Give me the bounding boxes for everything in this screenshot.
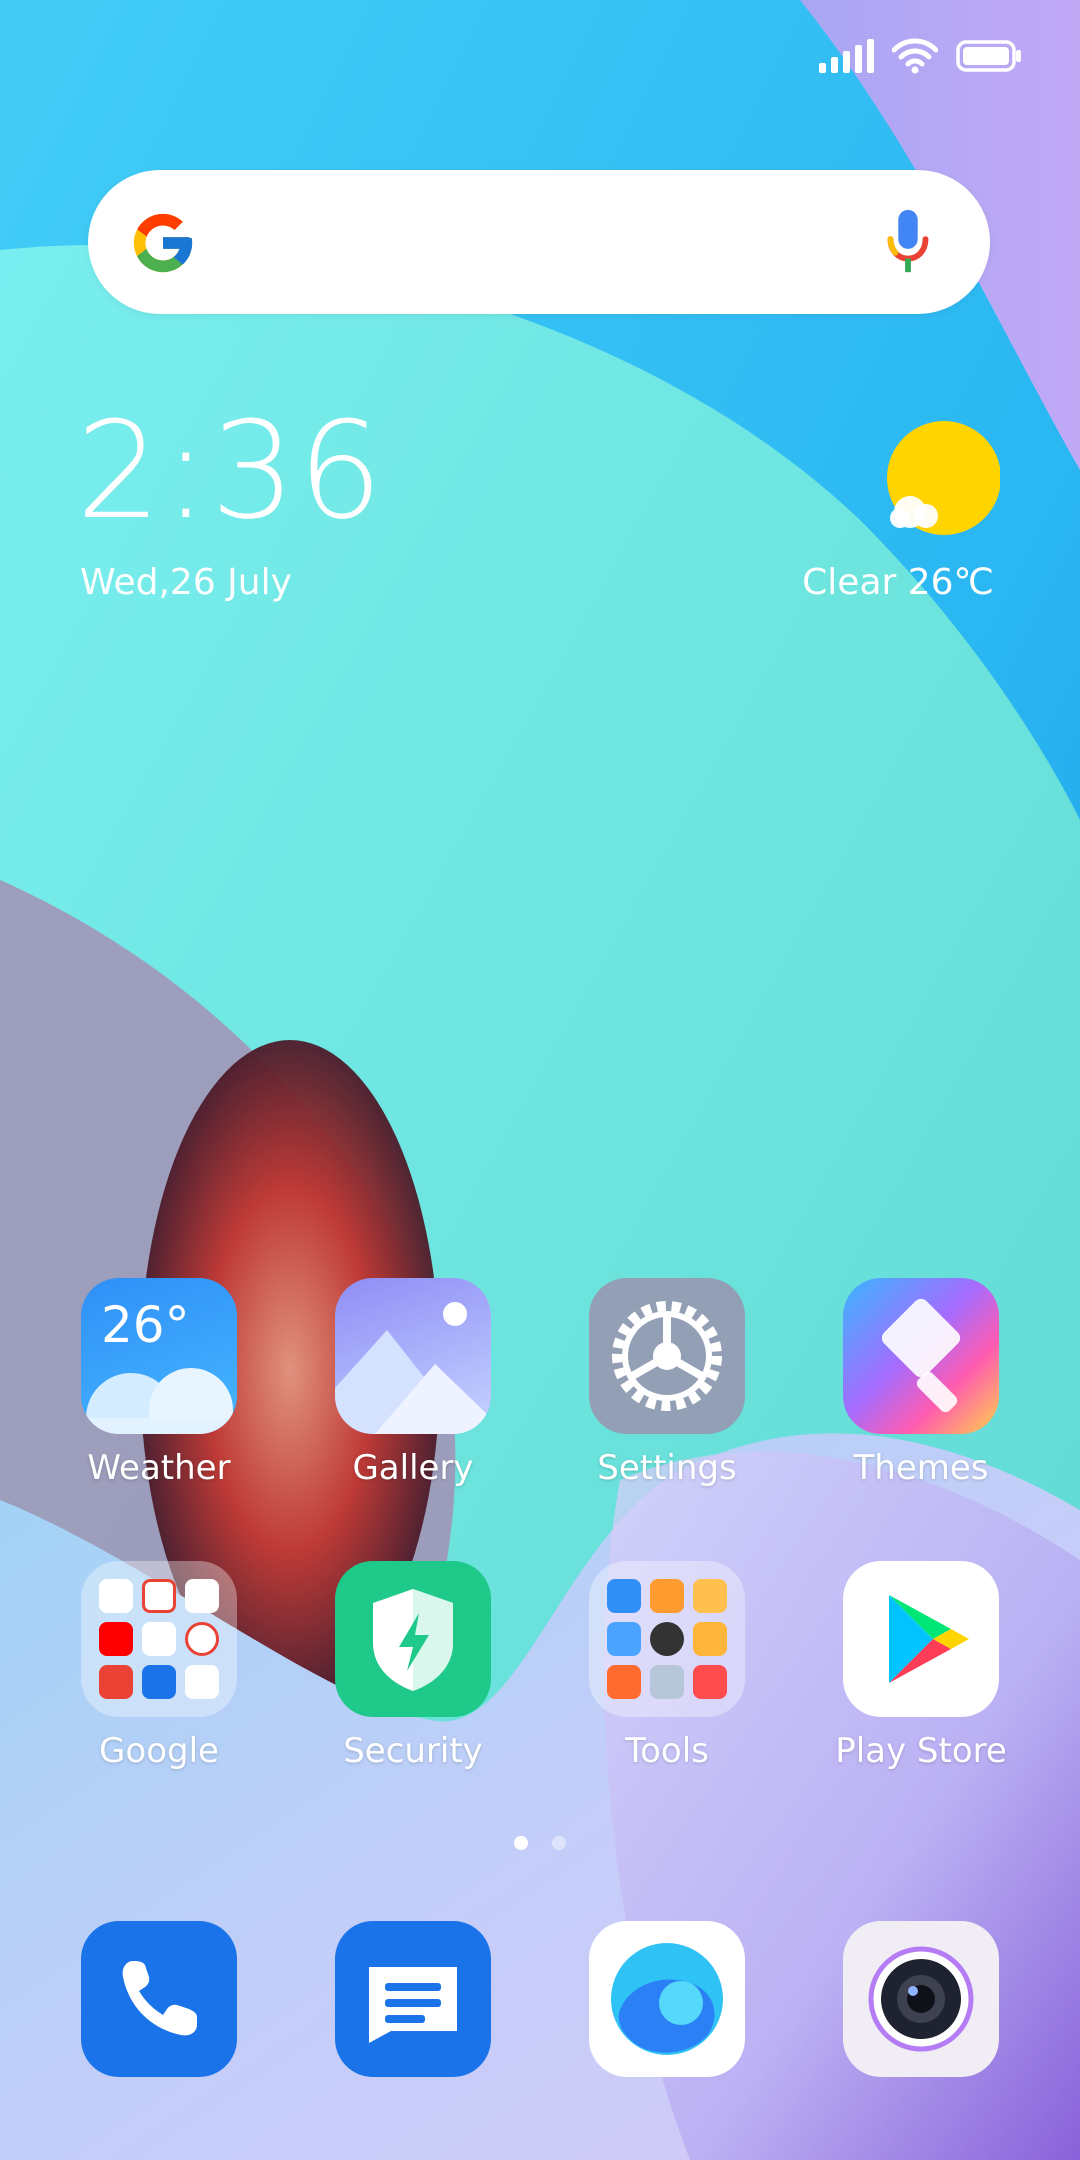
tools-folder-icon (589, 1561, 745, 1717)
app-label: Weather (87, 1448, 231, 1488)
dock-camera[interactable] (821, 1921, 1021, 2077)
page-indicator (0, 1836, 1080, 1850)
app-label: Settings (597, 1448, 737, 1488)
app-label: Google (99, 1731, 219, 1771)
app-tools-folder[interactable]: Tools (567, 1561, 767, 1771)
play-store-icon (843, 1561, 999, 1717)
page-dot-active[interactable] (514, 1836, 528, 1850)
battery-icon (956, 40, 1021, 72)
dock-messages[interactable] (313, 1921, 513, 2077)
weather-app-icon: 26° (81, 1278, 237, 1434)
weather-temp-badge: 26° (101, 1296, 190, 1354)
clock-time[interactable]: 2:36 (76, 404, 385, 538)
clock-date[interactable]: Wed,26 July (80, 562, 292, 603)
weather-summary[interactable]: Clear 26℃ (802, 562, 994, 603)
camera-icon (843, 1921, 999, 2077)
app-label: Tools (625, 1731, 709, 1771)
google-g-icon (133, 213, 193, 273)
app-label: Play Store (835, 1731, 1007, 1771)
app-security[interactable]: Security (313, 1561, 513, 1771)
app-weather[interactable]: 26° Weather (59, 1278, 259, 1488)
settings-gear-icon (589, 1278, 745, 1434)
gallery-app-icon (335, 1278, 491, 1434)
page-dot[interactable] (552, 1836, 566, 1850)
app-label: Security (343, 1731, 483, 1771)
dock-phone[interactable] (59, 1921, 259, 2077)
microphone-icon[interactable] (884, 208, 932, 278)
app-gallery[interactable]: Gallery (313, 1278, 513, 1488)
messages-icon (335, 1921, 491, 2077)
themes-brush-icon (843, 1278, 999, 1434)
google-folder-icon (81, 1561, 237, 1717)
google-search-bar[interactable] (88, 170, 990, 314)
app-play-store[interactable]: Play Store (821, 1561, 1021, 1771)
app-settings[interactable]: Settings (567, 1278, 767, 1488)
wifi-icon (892, 38, 938, 74)
signal-bars-icon (819, 39, 874, 73)
security-shield-icon (335, 1561, 491, 1717)
browser-icon (589, 1921, 745, 2077)
phone-icon (81, 1921, 237, 2077)
app-label: Themes (853, 1448, 989, 1488)
app-google-folder[interactable]: Google (59, 1561, 259, 1771)
app-themes[interactable]: Themes (821, 1278, 1021, 1488)
app-label: Gallery (352, 1448, 474, 1488)
dock-browser[interactable] (567, 1921, 767, 2077)
status-bar (819, 34, 1022, 78)
sun-cloud-icon[interactable] (880, 420, 1000, 540)
